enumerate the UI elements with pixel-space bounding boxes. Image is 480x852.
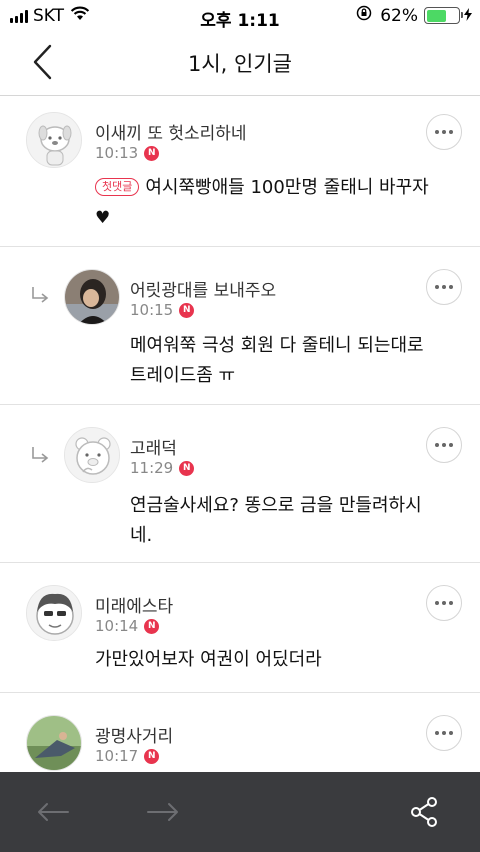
more-options-button[interactable]: [426, 114, 462, 150]
chevron-left-icon: [33, 44, 52, 80]
dot: [442, 130, 446, 134]
comment-meta: 11:29 N: [130, 459, 195, 477]
comment-text: 연금술사세요? 똥으로 금을 만들려하시: [130, 495, 422, 516]
new-badge: N: [179, 460, 195, 476]
comment-text: 메여워쭉 극성 회원 다 줄테니 되는대로: [130, 335, 424, 356]
comment-author[interactable]: 미래에스타: [95, 592, 173, 617]
dot: [442, 731, 446, 735]
comment-meta: 10:14 N: [95, 617, 160, 635]
signal-icon: [10, 9, 28, 23]
avatar[interactable]: [26, 585, 82, 641]
avatar[interactable]: [64, 427, 120, 483]
status-bar-left: SKT: [10, 6, 90, 26]
more-options-button[interactable]: [426, 585, 462, 621]
status-bar: SKT 오후 1:11 62%: [0, 0, 480, 32]
battery-icon: [424, 7, 463, 24]
comment-text-block: 메여워쭉 극성 회원 다 줄테니 되는대로 트레이드좀 ㅠ: [130, 331, 470, 391]
dot: [449, 443, 453, 447]
dot: [435, 601, 439, 605]
first-comment-tag: 첫댓글: [95, 178, 140, 196]
new-badge: N: [144, 748, 160, 764]
dot: [442, 443, 446, 447]
dot: [449, 285, 453, 289]
wifi-icon: [70, 6, 90, 26]
comment-item: 광명사거리 10:17 N: [0, 693, 480, 772]
dot: [435, 285, 439, 289]
browser-forward-button[interactable]: [141, 790, 185, 834]
new-badge: N: [179, 302, 195, 318]
avatar[interactable]: [26, 715, 82, 771]
battery-percent: 62%: [380, 5, 418, 26]
avatar[interactable]: [26, 112, 82, 168]
back-button[interactable]: [20, 40, 64, 84]
dot: [435, 130, 439, 134]
comment-text-block: 연금술사세요? 똥으로 금을 만들려하시 네.: [130, 491, 470, 551]
comment-time: 11:29: [130, 459, 174, 477]
bottom-toolbar: [0, 772, 480, 852]
reply-arrow-icon: [32, 447, 49, 463]
new-badge: N: [144, 145, 160, 161]
comment-time: 10:15: [130, 301, 174, 319]
comment-time: 10:14: [95, 617, 139, 635]
carrier-label: SKT: [33, 6, 65, 26]
charging-bolt-icon: [464, 6, 472, 26]
comment-time: 10:13: [95, 144, 139, 162]
browser-back-button[interactable]: [31, 790, 75, 834]
comment-author[interactable]: 이새끼 또 헛소리하네: [95, 119, 247, 144]
dot: [435, 443, 439, 447]
dot: [449, 731, 453, 735]
status-bar-right: 62%: [356, 5, 472, 26]
nav-bar: 1시, 인기글: [0, 32, 480, 96]
comment-list: 이새끼 또 헛소리하네 10:13 N 첫댓글 여시쭉빵애들 100만명 줄태니 …: [0, 97, 480, 772]
comment-meta: 10:17 N: [95, 747, 160, 765]
comment-text: 네.: [130, 525, 153, 546]
comment-item: 미래에스타 10:14 N 가만있어보자 여권이 어딨더라: [0, 563, 480, 693]
reply-arrow-icon: [32, 287, 49, 303]
comment-text: 트레이드좀 ㅠ: [130, 365, 236, 386]
dot: [449, 130, 453, 134]
comment-meta: 10:13 N: [95, 144, 160, 162]
comment-meta: 10:15 N: [130, 301, 195, 319]
more-options-button[interactable]: [426, 715, 462, 751]
reply-item: 고래덕 11:29 N 연금술사세요? 똥으로 금을 만들려하시 네.: [0, 405, 480, 563]
dot: [435, 731, 439, 735]
avatar[interactable]: [64, 269, 120, 325]
comment-text: 가만있어보자 여권이 어딨더라: [95, 649, 322, 670]
comment-author[interactable]: 어릿광대를 보내주오: [130, 276, 276, 301]
more-options-button[interactable]: [426, 269, 462, 305]
new-badge: N: [144, 618, 160, 634]
share-icon: [411, 797, 437, 827]
comment-text-block: 첫댓글 여시쭉빵애들 100만명 줄태니 바꾸자 ♥: [95, 173, 465, 233]
comment-time: 10:17: [95, 747, 139, 765]
comment-item: 이새끼 또 헛소리하네 10:13 N 첫댓글 여시쭉빵애들 100만명 줄태니 …: [0, 97, 480, 247]
comment-author[interactable]: 광명사거리: [95, 722, 173, 747]
heart-icon: ♥: [95, 208, 111, 228]
arrow-left-icon: [38, 803, 69, 821]
comment-author[interactable]: 고래덕: [130, 434, 177, 459]
arrow-right-icon: [147, 803, 178, 821]
reply-item: 어릿광대를 보내주오 10:15 N 메여워쭉 극성 회원 다 줄테니 되는대로…: [0, 247, 480, 405]
comment-text: 여시쭉빵애들 100만명 줄태니 바꾸자: [145, 177, 429, 198]
page-title: 1시, 인기글: [188, 52, 292, 76]
dot: [449, 601, 453, 605]
more-options-button[interactable]: [426, 427, 462, 463]
dot: [442, 601, 446, 605]
orientation-lock-icon: [356, 5, 372, 26]
share-button[interactable]: [402, 790, 446, 834]
dot: [442, 285, 446, 289]
